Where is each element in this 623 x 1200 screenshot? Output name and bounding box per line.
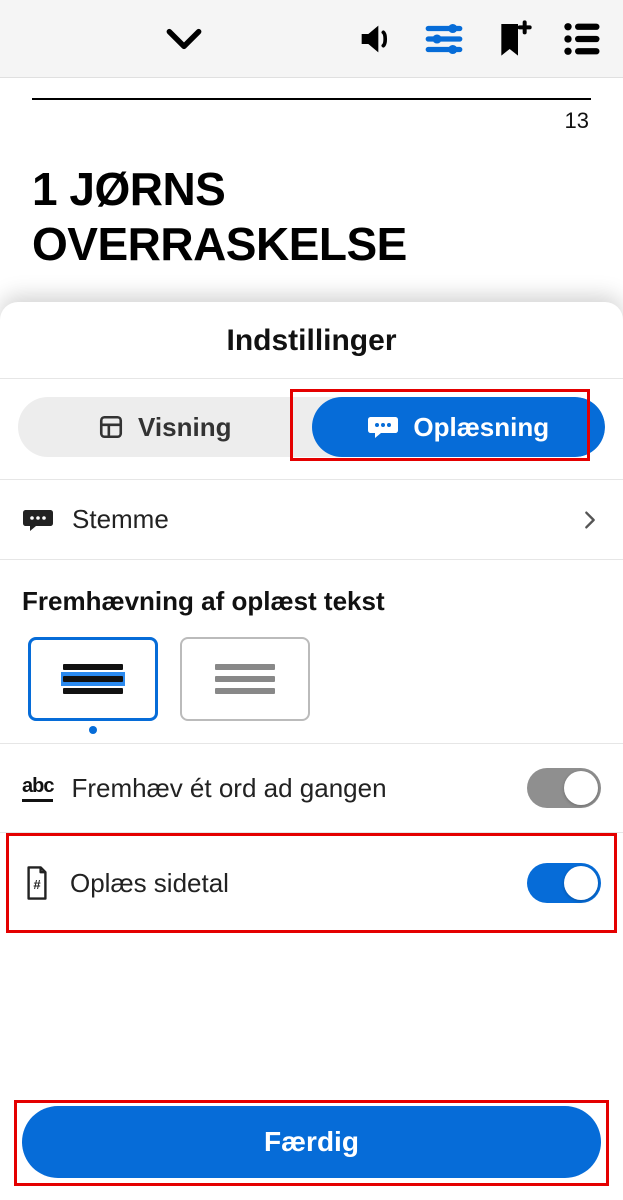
voice-row[interactable]: Stemme xyxy=(0,480,623,559)
read-pagenum-row: # Oplæs sidetal xyxy=(0,833,623,933)
reader-content: 13 1 JØRNS OVERRASKELSE xyxy=(0,98,623,272)
word-highlight-label: Fremhæv ét ord ad gangen xyxy=(71,773,509,804)
audio-icon[interactable] xyxy=(355,19,395,59)
highlight-section-title: Fremhævning af oplæst tekst xyxy=(0,560,623,637)
highlight-option-line[interactable] xyxy=(28,637,158,721)
chevron-right-icon xyxy=(579,509,601,531)
settings-sheet: Indstillinger Visning Oplæsning Stemme F… xyxy=(0,302,623,1200)
chapter-heading: 1 JØRNS OVERRASKELSE xyxy=(32,162,591,272)
word-highlight-row: abc Fremhæv ét ord ad gangen xyxy=(0,744,623,832)
layout-icon xyxy=(98,414,124,440)
word-highlight-toggle[interactable] xyxy=(527,768,601,808)
speech-bubble-dark-icon xyxy=(22,508,54,532)
speech-bubble-icon xyxy=(367,415,399,439)
page-number: 13 xyxy=(32,108,591,134)
highlight-option-none[interactable] xyxy=(180,637,310,721)
settings-sliders-icon[interactable] xyxy=(423,18,465,60)
sheet-title: Indstillinger xyxy=(0,302,623,378)
read-pagenum-toggle[interactable] xyxy=(527,863,601,903)
selected-indicator-dot xyxy=(89,726,97,734)
tab-display-label: Visning xyxy=(138,412,231,443)
top-toolbar xyxy=(0,0,623,78)
svg-text:#: # xyxy=(33,877,41,892)
done-button[interactable]: Færdig xyxy=(22,1106,601,1178)
settings-tabs: Visning Oplæsning xyxy=(18,397,605,457)
voice-label: Stemme xyxy=(72,504,561,535)
highlight-options xyxy=(0,637,623,743)
tab-tts-label: Oplæsning xyxy=(413,412,549,443)
tab-tts[interactable]: Oplæsning xyxy=(312,397,606,457)
bookmark-add-icon[interactable] xyxy=(493,19,533,59)
toc-list-icon[interactable] xyxy=(561,18,603,60)
collapse-chevron-icon[interactable] xyxy=(12,17,355,61)
abc-icon: abc xyxy=(22,775,53,802)
page-hash-icon: # xyxy=(22,865,52,901)
tab-display[interactable]: Visning xyxy=(18,397,312,457)
horizontal-rule xyxy=(32,98,591,100)
read-pagenum-label: Oplæs sidetal xyxy=(70,868,509,899)
